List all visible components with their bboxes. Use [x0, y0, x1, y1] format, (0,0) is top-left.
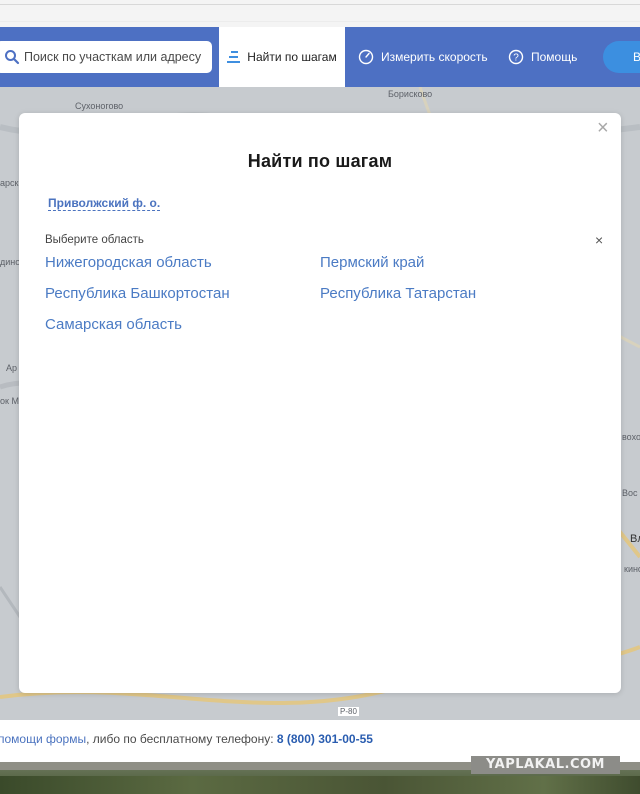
- phone-number[interactable]: 8 (800) 301-00-55: [277, 732, 373, 746]
- region-link-tatarstan[interactable]: Республика Татарстан: [320, 285, 476, 302]
- map-label: арск: [0, 178, 19, 188]
- close-icon[interactable]: ×: [597, 118, 609, 138]
- map-label: ок М: [0, 396, 19, 406]
- footer-middle-text: , либо по бесплатному телефону:: [86, 732, 277, 746]
- search-input[interactable]: [24, 47, 204, 67]
- watermark-logo: YAPLAKAL.COM: [471, 756, 620, 774]
- measure-speed-link[interactable]: Измерить скорость: [358, 27, 488, 87]
- steps-list-icon: [227, 51, 241, 63]
- find-by-steps-modal: × Найти по шагам Приволжский ф. о. Выбер…: [19, 113, 621, 693]
- nav-action-label: В: [633, 50, 640, 64]
- region-link-samara[interactable]: Самарская область: [45, 316, 182, 333]
- modal-title: Найти по шагам: [247, 151, 393, 171]
- help-form-link[interactable]: помощи формы: [0, 732, 86, 746]
- question-circle-icon: ?: [508, 49, 524, 65]
- search-box[interactable]: [0, 41, 212, 73]
- speedometer-icon: [358, 49, 374, 65]
- footer-text: помощи формы, либо по бесплатному телефо…: [0, 732, 373, 746]
- tab-find-by-steps[interactable]: Найти по шагам: [219, 27, 345, 87]
- road-sign-label: Р-80: [338, 707, 359, 716]
- help-link[interactable]: ? Помощь: [508, 27, 577, 87]
- region-link-perm[interactable]: Пермский край: [320, 254, 424, 271]
- map-label: Вос: [622, 488, 638, 498]
- map-label: Борисково: [388, 89, 433, 99]
- strip-divider-lower: [0, 21, 640, 22]
- map-label: дино: [0, 257, 21, 267]
- help-label: Помощь: [531, 50, 578, 64]
- tab-steps-label: Найти по шагам: [247, 50, 337, 64]
- map-label: Вл: [630, 533, 640, 545]
- measure-speed-label: Измерить скорость: [381, 50, 488, 64]
- select-region-label: Выберите область: [45, 234, 144, 246]
- svg-text:?: ?: [513, 53, 519, 64]
- nav-action-button[interactable]: В: [603, 41, 640, 73]
- map-label: вохово: [622, 432, 640, 442]
- browser-top-strip: [0, 0, 640, 27]
- map-label: кино: [624, 564, 640, 574]
- map-label: Сухоногово: [75, 101, 124, 111]
- map-label: Ар: [6, 363, 18, 373]
- photo-ground: [0, 776, 640, 794]
- clear-selection-icon[interactable]: ×: [595, 232, 603, 248]
- region-link-bashkortostan[interactable]: Республика Башкортостан: [45, 285, 230, 302]
- top-nav-bar: Найти по шагам Измерить скорость ? Помощ…: [0, 27, 640, 87]
- search-icon: [5, 50, 20, 65]
- strip-divider: [0, 4, 640, 5]
- breadcrumb-district[interactable]: Приволжский ф. о.: [48, 197, 161, 211]
- region-link-nizhny-novgorod[interactable]: Нижегородская область: [45, 254, 212, 271]
